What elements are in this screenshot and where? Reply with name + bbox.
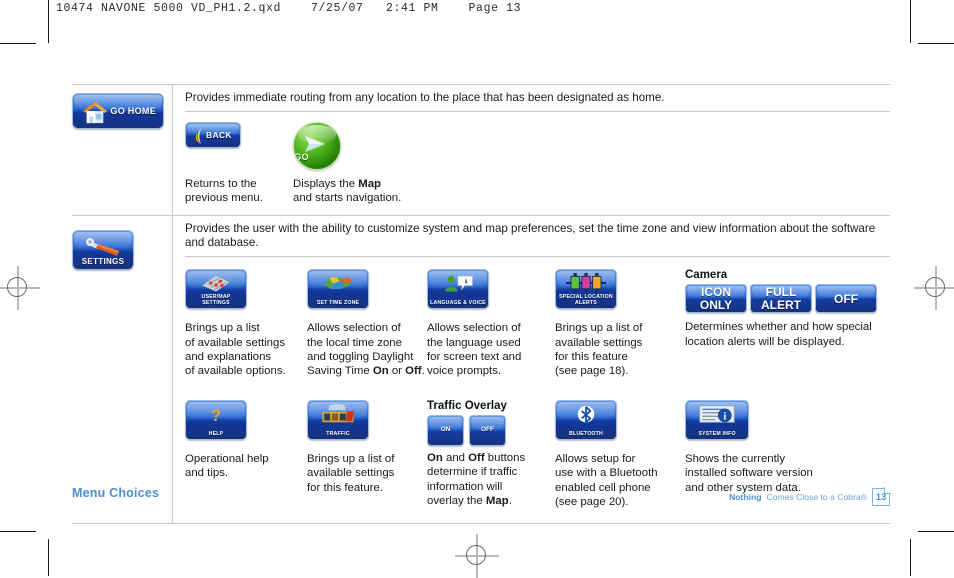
- settings-icon-cell: SETTINGS: [72, 215, 173, 525]
- set-time-zone-tile-label: SET TIME ZONE: [316, 300, 360, 307]
- go-home-icon-cell: GO HOME: [72, 83, 173, 217]
- footer-tagline-rest: Comes Close to a Cobra®: [766, 492, 867, 502]
- person-speech-icon: [428, 273, 488, 297]
- traffic-overlay-group-title: Traffic Overlay: [427, 400, 507, 413]
- page-content: GO HOME Provides immediate routing from …: [72, 83, 890, 525]
- traffic-off-button[interactable]: OFF: [469, 415, 506, 447]
- bluetooth-tile-label: BLUETOOTH: [569, 431, 603, 438]
- set-time-zone-tile[interactable]: SET TIME ZONE: [307, 269, 369, 310]
- bluetooth-icon: [556, 404, 616, 428]
- registration-mark-left: [0, 266, 40, 310]
- back-label: BACK: [206, 130, 232, 140]
- go-home-label: GO HOME: [110, 106, 156, 116]
- prepress-header-text: 10474 NAVONE 5000 VD_PH1.2.qxd 7/25/07 2…: [56, 2, 522, 15]
- language-and-voice-tile[interactable]: LANGUAGE & VOICE: [427, 269, 489, 310]
- page-number-badge: 13: [872, 487, 891, 506]
- crop-mark-top-right: [918, 43, 954, 44]
- language-and-voice-item: LANGUAGE & VOICE Allows selection of the …: [427, 269, 555, 378]
- go-home-description: Provides immediate routing from any loca…: [185, 85, 890, 112]
- set-time-zone-caption: Allows selection of the local time zone an…: [307, 322, 425, 378]
- footer-tagline: Nothing Comes Close to a Cobra® 13: [729, 487, 891, 506]
- bleed-line-left-bottom: [48, 539, 49, 576]
- bleed-line-right-bottom: [910, 539, 911, 576]
- camera-option-group: ICON ONLY FULL ALERT OFF: [685, 284, 885, 314]
- table-row-settings: SETTINGS Provides the user with the abil…: [72, 215, 890, 525]
- help-tile[interactable]: ? HELP: [185, 400, 247, 441]
- camera-icon-only-button[interactable]: ICON ONLY: [685, 284, 747, 314]
- special-location-alerts-item: SPECIAL LOCATION ALERTS Brings up a list …: [555, 269, 685, 378]
- system-info-icon: i: [686, 404, 748, 428]
- go-label: GO: [294, 152, 310, 162]
- settings-body-cell: Provides the user with the ability to cu…: [172, 215, 890, 525]
- registration-mark-right: [914, 266, 954, 310]
- settings-label: SETTINGS: [81, 257, 125, 267]
- system-info-tile-label: SYSTEM INFO: [698, 431, 736, 438]
- back-caption-line1: Returns to the: [185, 178, 257, 190]
- go-button[interactable]: GO: [293, 122, 341, 170]
- settings-description: Provides the user with the ability to cu…: [185, 216, 890, 258]
- traffic-congestion-icon: [308, 404, 368, 428]
- special-location-alerts-tile[interactable]: SPECIAL LOCATION ALERTS: [555, 269, 617, 310]
- special-location-alerts-tile-label: SPECIAL LOCATION ALERTS: [559, 294, 613, 307]
- traffic-overlay-option-group: ON OFF: [427, 415, 555, 447]
- camera-off-button[interactable]: OFF: [815, 284, 877, 314]
- user-map-settings-item: USER/MAP SETTINGS Brings up a list of avai…: [185, 269, 307, 378]
- go-caption-pre: Displays the: [293, 178, 359, 190]
- registration-mark-bottom: [455, 534, 499, 578]
- traffic-tile[interactable]: TRAFFIC: [307, 400, 369, 441]
- crop-mark-bottom-left: [0, 531, 36, 532]
- language-and-voice-caption: Allows selection of the language used for …: [427, 322, 522, 378]
- camera-item: Camera ICON ONLY FULL ALERT OFF Determin…: [685, 269, 885, 378]
- wrench-icon: [86, 238, 119, 257]
- bleed-line-right: [910, 0, 911, 43]
- footer-section-title: Menu Choices: [72, 486, 160, 500]
- go-item: GO Displays the Map and starts navigatio…: [293, 122, 453, 205]
- footer-tagline-bold: Nothing: [729, 492, 762, 502]
- help-caption: Operational help and tips.: [185, 453, 269, 480]
- user-map-settings-caption: Brings up a list of available settings and…: [185, 322, 286, 378]
- house-icon: [83, 101, 107, 124]
- set-time-zone-item: SET TIME ZONE Allows selection of the loc…: [307, 269, 427, 378]
- page-footer: Menu Choices Nothing Comes Close to a Co…: [72, 484, 891, 510]
- bleed-line-left: [48, 0, 49, 43]
- time-zone-map-icon: [308, 273, 368, 297]
- help-tile-label: HELP: [208, 431, 224, 438]
- user-map-settings-tile-label: USER/MAP SETTINGS: [201, 294, 231, 307]
- user-map-settings-tile[interactable]: USER/MAP SETTINGS: [185, 269, 247, 310]
- crop-mark-top-left: [0, 43, 36, 44]
- settings-button[interactable]: SETTINGS: [72, 230, 134, 271]
- go-caption-map: Map: [358, 178, 382, 190]
- chevron-left-icon: [195, 128, 202, 144]
- svg-text:i: i: [723, 412, 726, 423]
- bluetooth-tile[interactable]: BLUETOOTH: [555, 400, 617, 441]
- camera-full-alert-button[interactable]: FULL ALERT: [750, 284, 812, 314]
- svg-text:?: ?: [211, 406, 221, 425]
- go-caption-line2: and starts navigation.: [293, 192, 402, 205]
- traffic-tile-label: TRAFFIC: [326, 431, 350, 438]
- language-and-voice-tile-label: LANGUAGE & VOICE: [430, 300, 486, 307]
- back-button[interactable]: BACK: [185, 122, 241, 148]
- go-home-button[interactable]: GO HOME: [72, 93, 164, 129]
- back-caption: Returns to the previous menu.: [185, 177, 293, 205]
- back-item: BACK Returns to the previous menu.: [185, 122, 293, 205]
- special-location-alerts-caption: Brings up a list of available settings for…: [555, 322, 643, 378]
- menu-choices-table: GO HOME Provides immediate routing from …: [72, 83, 890, 525]
- question-mark-icon: ?: [186, 404, 246, 428]
- arrow-right-icon: [305, 136, 325, 152]
- traffic-on-button[interactable]: ON: [427, 415, 464, 447]
- camera-caption: Determines whether and how special locati…: [685, 321, 872, 348]
- go-caption: Displays the Map and starts navigation.: [293, 177, 453, 205]
- system-info-tile[interactable]: i SYSTEM INFO: [685, 400, 749, 441]
- go-home-body-cell: Provides immediate routing from any loca…: [172, 83, 890, 217]
- settings-grid-row-1: USER/MAP SETTINGS Brings up a list of avai…: [185, 257, 890, 378]
- crop-mark-bottom-right: [918, 531, 954, 532]
- back-caption-line2: previous menu.: [185, 192, 263, 205]
- table-row-go-home: GO HOME Provides immediate routing from …: [72, 83, 890, 217]
- camera-group-title: Camera: [685, 269, 728, 282]
